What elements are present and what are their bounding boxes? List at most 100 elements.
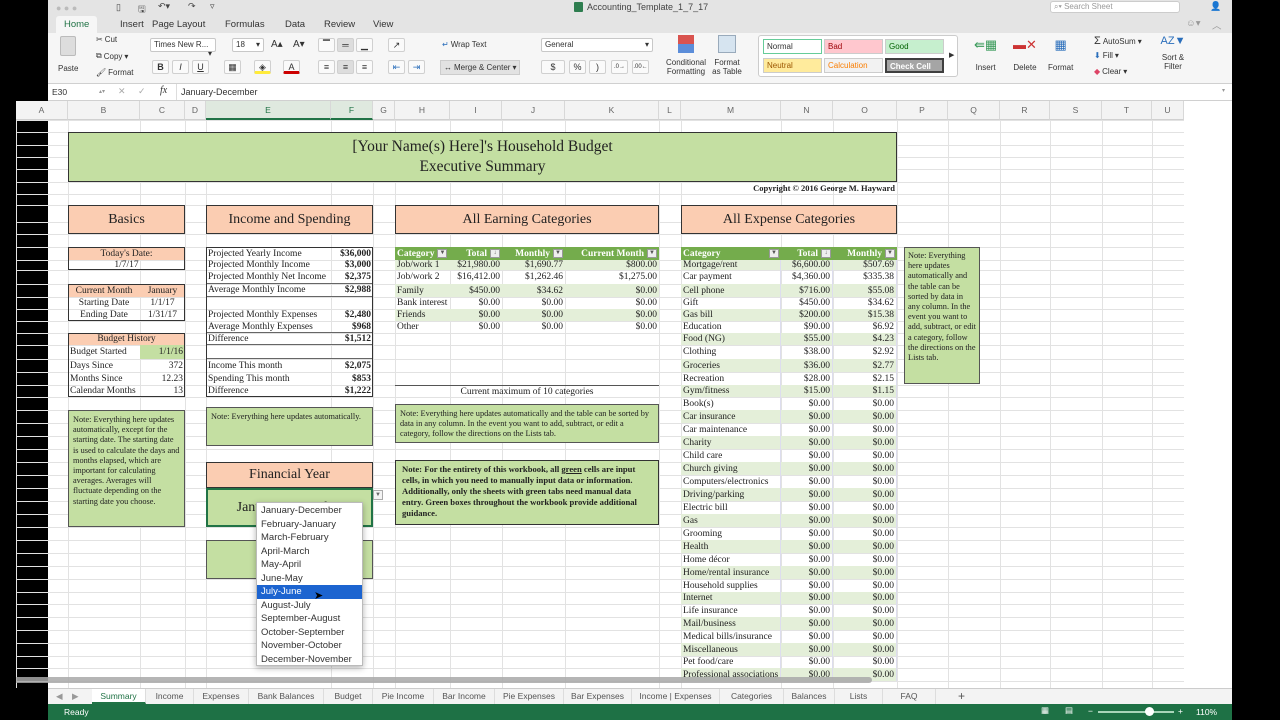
increase-indent-icon[interactable]: ⇥ bbox=[408, 60, 425, 74]
column-header-g[interactable]: G bbox=[373, 101, 395, 120]
clear-button[interactable]: ◆ Clear ▾ bbox=[1094, 67, 1127, 76]
font-name-select[interactable]: Times New R... ▾ bbox=[150, 38, 216, 58]
sheet-tab-categories[interactable]: Categories bbox=[720, 689, 784, 704]
tab-review[interactable]: Review bbox=[318, 18, 361, 31]
row-header-27[interactable]: 27 bbox=[0, 449, 16, 462]
tab-page-layout[interactable]: Page Layout bbox=[146, 18, 211, 31]
sort-filter-button[interactable]: AZ▼ Sort & Filter bbox=[1158, 36, 1188, 72]
formula-input[interactable]: January-December bbox=[176, 84, 1226, 100]
align-middle-icon[interactable]: ═ bbox=[337, 38, 354, 52]
number-format-select[interactable]: General ▾ bbox=[541, 38, 653, 52]
orientation-icon[interactable]: ↗ bbox=[388, 38, 405, 52]
row-header-24[interactable]: 24 bbox=[0, 410, 16, 423]
borders-icon[interactable]: ▦ bbox=[224, 60, 241, 74]
row-header-6[interactable]: 6 bbox=[0, 182, 16, 194]
format-as-table-button[interactable]: Format as Table bbox=[710, 35, 744, 76]
style-bad[interactable]: Bad bbox=[824, 39, 883, 54]
delete-cells-button[interactable]: ▬✕ Delete bbox=[1013, 37, 1037, 72]
column-header-j[interactable]: J bbox=[502, 101, 565, 120]
cancel-icon[interactable]: ✕ bbox=[118, 86, 126, 97]
copy-button[interactable]: ⧉ Copy ▾ bbox=[96, 51, 128, 61]
align-center-icon[interactable]: ≡ bbox=[337, 60, 354, 74]
increase-font-icon[interactable]: A▴ bbox=[271, 39, 283, 50]
row-header-13[interactable]: 13 bbox=[0, 270, 16, 284]
filter-dropdown-icon[interactable]: ↓ bbox=[490, 249, 500, 258]
sheet-tab-summary[interactable]: Summary bbox=[92, 689, 146, 704]
filter-dropdown-icon[interactable]: ▼ bbox=[437, 249, 448, 258]
financial-year-option[interactable]: August-July bbox=[257, 599, 362, 613]
percent-button[interactable]: % bbox=[569, 60, 586, 74]
row-header-42[interactable]: 42 bbox=[0, 643, 16, 656]
sheet-tab-income[interactable]: Income bbox=[146, 689, 194, 704]
sheet-tab-income-expenses[interactable]: Income | Expenses bbox=[632, 689, 720, 704]
row-header-19[interactable]: 19 bbox=[0, 345, 16, 359]
filter-dropdown-icon[interactable]: ▼ bbox=[553, 249, 563, 258]
customize-toolbar-icon[interactable]: ▿ bbox=[210, 1, 215, 12]
zoom-out-icon[interactable]: − bbox=[1088, 706, 1093, 716]
row-header-37[interactable]: 37 bbox=[0, 579, 16, 592]
row-header-36[interactable]: 36 bbox=[0, 566, 16, 579]
page-layout-view-icon[interactable]: ▤ bbox=[1065, 705, 1073, 716]
financial-year-option[interactable]: November-October bbox=[257, 639, 362, 653]
cut-button[interactable]: ✂ Cut bbox=[96, 35, 117, 44]
row-header-43[interactable]: 43 bbox=[0, 656, 16, 668]
tab-view[interactable]: View bbox=[367, 18, 399, 31]
expense-header-monthly[interactable]: Monthly ▼ bbox=[833, 247, 897, 260]
row-header-3[interactable]: 3 bbox=[0, 145, 16, 157]
styles-more-arrow-icon[interactable]: ▶ bbox=[949, 51, 954, 59]
sheet-tab-pie-income[interactable]: Pie Income bbox=[373, 689, 434, 704]
row-header-12[interactable]: 12 bbox=[0, 260, 16, 270]
filter-dropdown-icon[interactable]: ▼ bbox=[769, 249, 779, 258]
zoom-in-icon[interactable]: + bbox=[1178, 706, 1183, 716]
paste-button[interactable]: Paste bbox=[58, 36, 78, 73]
row-header-14[interactable]: 14 bbox=[0, 284, 16, 297]
column-header-r[interactable]: R bbox=[1000, 101, 1050, 120]
sheet-tab-pie-expenses[interactable]: Pie Expenses bbox=[495, 689, 564, 704]
column-header-p[interactable]: P bbox=[897, 101, 948, 120]
todays-date-value[interactable]: 1/7/17 bbox=[68, 260, 185, 270]
italic-button[interactable]: I bbox=[172, 60, 189, 74]
column-header-n[interactable]: N bbox=[781, 101, 833, 120]
financial-year-option[interactable]: October-September bbox=[257, 626, 362, 640]
row-header-5[interactable]: 5 bbox=[0, 169, 16, 182]
row-header-10[interactable]: 10 bbox=[0, 234, 16, 247]
row-header-34[interactable]: 34 bbox=[0, 540, 16, 553]
column-header-u[interactable]: U bbox=[1152, 101, 1184, 120]
merge-center-button[interactable]: ↔ Merge & Center ▾ bbox=[440, 60, 521, 75]
underline-button[interactable]: U bbox=[192, 60, 209, 74]
column-header-d[interactable]: D bbox=[185, 101, 206, 120]
row-header-29[interactable]: 29 bbox=[0, 475, 16, 488]
expand-formula-bar-icon[interactable]: ▾ bbox=[1222, 87, 1225, 94]
financial-year-option[interactable]: December-November bbox=[257, 653, 362, 667]
financial-year-option[interactable]: September-August bbox=[257, 612, 362, 626]
sheet-tab-bank-balances[interactable]: Bank Balances bbox=[249, 689, 324, 704]
earning-header-monthly[interactable]: Monthly ▼ bbox=[502, 247, 565, 260]
column-header-t[interactable]: T bbox=[1102, 101, 1152, 120]
starting-date-value[interactable]: 1/1/17 bbox=[140, 297, 185, 309]
format-painter-button[interactable]: 🖌 Format bbox=[96, 68, 134, 77]
column-header-q[interactable]: Q bbox=[948, 101, 1000, 120]
decrease-decimal-icon[interactable]: .00← bbox=[632, 60, 649, 74]
row-header-38[interactable]: 38 bbox=[0, 592, 16, 604]
row-header-44[interactable]: 44 bbox=[0, 668, 16, 681]
earning-header-category[interactable]: Category ▼ bbox=[395, 247, 450, 260]
style-calculation[interactable]: Calculation bbox=[824, 58, 883, 73]
sidebar-toggle-icon[interactable]: ▯ bbox=[116, 2, 121, 13]
tab-formulas[interactable]: Formulas bbox=[219, 18, 271, 31]
sheet-tab-budget[interactable]: Budget bbox=[324, 689, 373, 704]
sheet-tab-balances[interactable]: Balances bbox=[784, 689, 835, 704]
financial-year-option[interactable]: February-January bbox=[257, 518, 362, 532]
wrap-text-button[interactable]: ↵ Wrap Text bbox=[442, 40, 486, 49]
previous-sheet-icon[interactable]: ◀ bbox=[56, 691, 63, 702]
row-header-7[interactable]: 7 bbox=[0, 194, 16, 205]
currency-button[interactable]: $ bbox=[541, 60, 565, 74]
row-header-32[interactable]: 32 bbox=[0, 514, 16, 527]
collapse-ribbon-icon[interactable]: ︿ bbox=[1212, 18, 1222, 32]
row-header-4[interactable]: 4 bbox=[0, 157, 16, 169]
column-header-l[interactable]: L bbox=[659, 101, 681, 120]
row-header-15[interactable]: 15 bbox=[0, 297, 16, 309]
column-header-o[interactable]: O bbox=[833, 101, 897, 120]
column-header-c[interactable]: C bbox=[140, 101, 185, 120]
row-header-41[interactable]: 41 bbox=[0, 630, 16, 643]
align-left-icon[interactable]: ≡ bbox=[318, 60, 335, 74]
